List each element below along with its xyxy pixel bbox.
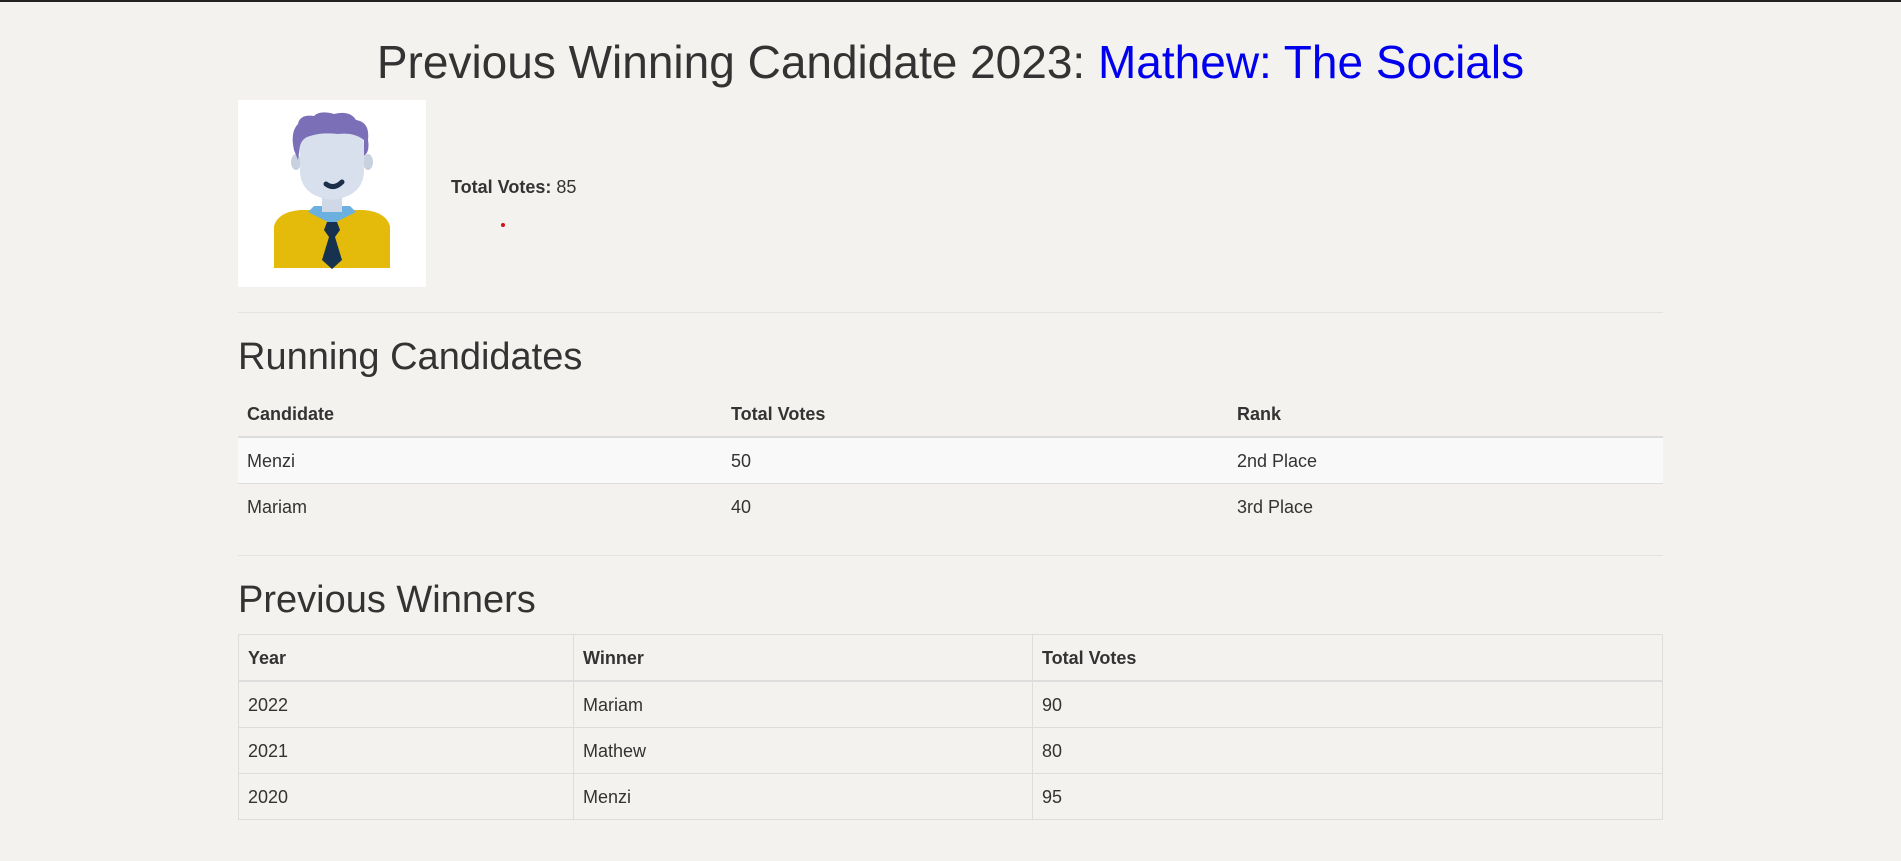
total-votes-value: 85 (556, 177, 577, 197)
column-header-year: Year (238, 634, 574, 682)
candidate-votes: 50 (731, 450, 752, 471)
winner-year: 2020 (238, 773, 574, 820)
winner-name: Mariam (573, 680, 1033, 728)
running-candidates-table: Candidate Total Votes Rank Menzi 50 2nd … (238, 391, 1663, 529)
candidate-name: Mariam (247, 496, 308, 517)
candidate-rank: 3rd Place (1237, 496, 1314, 517)
column-header-winner: Winner (573, 634, 1033, 682)
winner-year: 2022 (238, 680, 574, 728)
divider (238, 555, 1663, 556)
previous-winners-heading: Previous Winners (238, 579, 536, 621)
red-dot (501, 223, 505, 227)
winner-votes: 80 (1032, 727, 1663, 774)
table-row: 2020 Menzi 95 (238, 773, 1663, 820)
page-title-prefix: Previous Winning Candidate 2023: (376, 36, 1098, 88)
winner-name: Mathew (573, 727, 1033, 774)
table-header-row: Candidate Total Votes Rank (238, 391, 1663, 437)
winner-link[interactable]: Mathew: The Socials (1098, 36, 1524, 88)
column-header-total-votes: Total Votes (731, 403, 826, 424)
total-votes-label: Total Votes: (451, 177, 552, 197)
winner-votes: 95 (1032, 773, 1663, 820)
winner-name: Menzi (573, 773, 1033, 820)
previous-winners-table: Year Winner Total Votes 2022 Mariam 90 2… (238, 634, 1663, 820)
column-header-total-votes: Total Votes (1032, 634, 1663, 682)
column-header-rank: Rank (1237, 403, 1282, 424)
candidate-name: Menzi (247, 450, 296, 471)
table-row: 2022 Mariam 90 (238, 680, 1663, 728)
top-border (0, 0, 1901, 2)
table-row: 2021 Mathew 80 (238, 727, 1663, 774)
column-header-candidate: Candidate (247, 403, 335, 424)
candidate-rank: 2nd Place (1237, 450, 1318, 471)
person-avatar-icon (274, 112, 390, 269)
table-header-row: Year Winner Total Votes (238, 634, 1663, 682)
table-row: Mariam 40 3rd Place (238, 483, 1663, 530)
table-row: Menzi 50 2nd Place (238, 437, 1663, 484)
winner-year: 2021 (238, 727, 574, 774)
winner-total-votes: Total Votes: 85 (451, 176, 576, 198)
divider (238, 312, 1663, 313)
winner-avatar (238, 100, 426, 287)
winner-votes: 90 (1032, 680, 1663, 728)
running-candidates-heading: Running Candidates (238, 336, 583, 378)
candidate-votes: 40 (731, 496, 752, 517)
page-title: Previous Winning Candidate 2023: Mathew:… (0, 33, 1901, 91)
